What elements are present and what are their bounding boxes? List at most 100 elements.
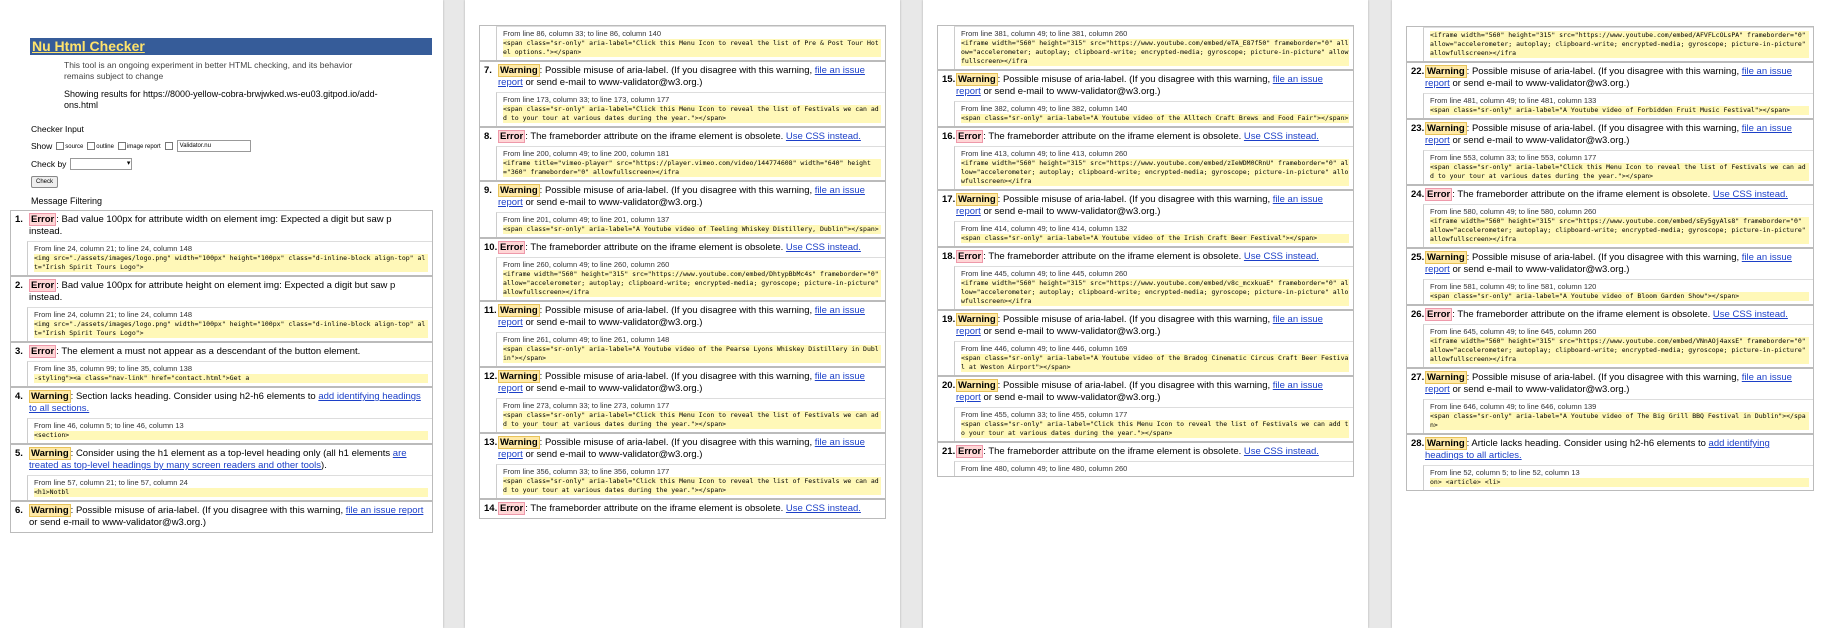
message-text: 14. Error: The frameborder attribute on t… bbox=[484, 502, 861, 515]
message-link[interactable]: Use CSS instead. bbox=[1713, 309, 1788, 320]
message-link[interactable]: file an issue report bbox=[1425, 66, 1792, 89]
extract-block: From line 173, column 33; to line 173, c… bbox=[496, 92, 885, 126]
option-outline[interactable]: outline bbox=[87, 142, 114, 150]
header-bar: Nu Html Checker bbox=[30, 38, 432, 55]
source-checkbox[interactable] bbox=[56, 142, 65, 150]
message-item: 6. Warning: Possible misuse of aria-label… bbox=[10, 501, 433, 533]
message-item: 20. Warning: Possible misuse of aria-labe… bbox=[937, 376, 1354, 442]
location-text: From line 200, column 49; to line 200, c… bbox=[503, 149, 670, 158]
message-text: 3. Error: The element a must not appear a… bbox=[15, 345, 361, 358]
location-text: From line 480, column 49; to line 480, c… bbox=[961, 464, 1128, 473]
message-link[interactable]: file an issue report bbox=[498, 185, 865, 208]
message-number: 15. bbox=[942, 74, 956, 85]
location-text: From line 261, column 49; to line 261, c… bbox=[503, 335, 670, 344]
warning-badge: Warning bbox=[1425, 122, 1467, 135]
message-number: 14. bbox=[484, 503, 498, 514]
message-link[interactable]: Use CSS instead. bbox=[1244, 131, 1319, 142]
extract-block: From line 413, column 49; to line 413, c… bbox=[954, 146, 1353, 189]
image-report-checkbox[interactable] bbox=[117, 142, 126, 150]
message-item: 3. Error: The element a must not appear a… bbox=[10, 342, 433, 387]
message-link[interactable]: Use CSS instead. bbox=[786, 242, 861, 253]
error-badge: Error bbox=[498, 130, 526, 143]
option-source[interactable]: source bbox=[56, 142, 83, 150]
message-link[interactable]: file an issue report bbox=[346, 505, 424, 516]
message-text: 1. Error: Bad value 100px for attribute w… bbox=[15, 213, 392, 237]
message-item: 1. Error: Bad value 100px for attribute w… bbox=[10, 210, 433, 276]
location-text: From line 356, column 33; to line 356, c… bbox=[503, 467, 670, 476]
message-link[interactable]: file an issue report bbox=[1425, 123, 1792, 146]
warning-badge: Warning bbox=[498, 304, 540, 317]
message-link[interactable]: file an issue report bbox=[1425, 252, 1792, 275]
extract-block: From line 356, column 33; to line 356, c… bbox=[496, 464, 885, 498]
message-link[interactable]: file an issue report bbox=[498, 371, 865, 394]
chevron-down-icon: ▾ bbox=[126, 160, 131, 167]
message-item: From line 381, column 49; to line 381, c… bbox=[937, 25, 1354, 70]
extract-block: From line 35, column 99; to line 35, col… bbox=[27, 361, 432, 386]
extract-block: From line 580, column 49; to line 580, c… bbox=[1423, 204, 1813, 247]
message-text: 9. Warning: Possible misuse of aria-label… bbox=[484, 184, 865, 208]
message-number: 10. bbox=[484, 242, 498, 253]
message-text: 18. Error: The frameborder attribute on t… bbox=[942, 250, 1319, 263]
message-item: 9. Warning: Possible misuse of aria-label… bbox=[479, 181, 886, 238]
message-link[interactable]: add identifying headings to all sections… bbox=[29, 391, 421, 414]
code-extract: <img src="./assets/images/logo.png" widt… bbox=[34, 320, 428, 338]
check-by-select[interactable]: ▾ bbox=[70, 158, 133, 170]
option-image-report[interactable]: image report bbox=[117, 142, 161, 150]
code-extract: <iframe width="560" height="315" src="ht… bbox=[1430, 337, 1809, 364]
warning-badge: Warning bbox=[498, 436, 540, 449]
message-text: 2. Error: Bad value 100px for attribute h… bbox=[15, 279, 396, 303]
message-number: 16. bbox=[942, 131, 956, 142]
code-extract: <span class="sr-only" aria-label="A Yout… bbox=[503, 225, 881, 234]
message-number: 1. bbox=[15, 214, 23, 225]
message-link[interactable]: file an issue report bbox=[498, 65, 865, 88]
location-text: From line 481, column 49; to line 481, c… bbox=[1430, 96, 1597, 105]
message-text: 12. Warning: Possible misuse of aria-labe… bbox=[484, 370, 865, 394]
location-text: From line 446, column 49; to line 446, c… bbox=[961, 344, 1128, 353]
message-link[interactable]: file an issue report bbox=[1425, 372, 1792, 395]
extract-block: From line 201, column 49; to line 201, c… bbox=[496, 212, 885, 237]
message-number: 8. bbox=[484, 131, 492, 142]
code-extract: <span class="sr-only" aria-label="Click … bbox=[503, 39, 881, 57]
location-text: From line 382, column 49; to line 382, c… bbox=[961, 104, 1128, 113]
message-link[interactable]: file an issue report bbox=[956, 380, 1323, 403]
page-title-link[interactable]: Nu Html Checker bbox=[30, 38, 145, 54]
error-badge: Error bbox=[29, 213, 57, 226]
location-text: From line 553, column 33; to line 553, c… bbox=[1430, 153, 1597, 162]
message-list-3: From line 381, column 49; to line 381, c… bbox=[923, 0, 1368, 628]
location-text: From line 455, column 33; to line 455, c… bbox=[961, 410, 1128, 419]
code-extract: <span class="sr-only" aria-label="A Yout… bbox=[1430, 412, 1809, 430]
message-link[interactable]: file an issue report bbox=[498, 305, 865, 328]
message-link[interactable]: Use CSS instead. bbox=[1713, 189, 1788, 200]
message-text: 4. Warning: Section lacks heading. Consid… bbox=[15, 390, 421, 414]
check-by-row: Check by ▾ bbox=[31, 158, 443, 170]
checker-input-label: Checker Input bbox=[31, 124, 84, 134]
message-link[interactable]: Use CSS instead. bbox=[1244, 446, 1319, 457]
message-link[interactable]: file an issue report bbox=[956, 74, 1323, 97]
error-badge: Error bbox=[29, 345, 57, 358]
message-link[interactable]: file an issue report bbox=[956, 314, 1323, 337]
message-item: 24. Error: The frameborder attribute on t… bbox=[1406, 185, 1814, 248]
message-link[interactable]: Use CSS instead. bbox=[1244, 251, 1319, 262]
message-link[interactable]: Use CSS instead. bbox=[786, 131, 861, 142]
check-button[interactable]: Check bbox=[31, 176, 59, 188]
extract-block: From line 57, column 21; to line 57, col… bbox=[27, 475, 432, 500]
outline-checkbox[interactable] bbox=[87, 142, 96, 150]
message-item: 2. Error: Bad value 100px for attribute h… bbox=[10, 276, 433, 342]
message-link[interactable]: add identifying headings to all articles… bbox=[1425, 438, 1770, 461]
extra-checkbox[interactable] bbox=[164, 142, 173, 150]
message-link[interactable]: are treated as top-level headings by man… bbox=[29, 448, 407, 471]
message-link[interactable]: Use CSS instead. bbox=[786, 503, 861, 514]
code-extract: <section> bbox=[34, 431, 428, 440]
code-extract: <span class="sr-only" aria-label="A Yout… bbox=[1430, 292, 1809, 301]
location-text: From line 201, column 49; to line 201, c… bbox=[503, 215, 670, 224]
extract-block: From line 24, column 21; to line 24, col… bbox=[27, 241, 432, 275]
message-text: 17. Warning: Possible misuse of aria-labe… bbox=[942, 193, 1323, 217]
message-link[interactable]: file an issue report bbox=[956, 194, 1323, 217]
message-link[interactable]: file an issue report bbox=[498, 437, 865, 460]
show-row: Show source outline image report Validat… bbox=[31, 140, 443, 152]
validator-input[interactable]: Validator.nu bbox=[176, 140, 251, 152]
page-4: <iframe width="560" height="315" src="ht… bbox=[1392, 0, 1828, 628]
message-number: 28. bbox=[1411, 438, 1425, 449]
location-text: From line 581, column 49; to line 581, c… bbox=[1430, 282, 1597, 291]
message-item: 23. Warning: Possible misuse of aria-labe… bbox=[1406, 119, 1814, 185]
